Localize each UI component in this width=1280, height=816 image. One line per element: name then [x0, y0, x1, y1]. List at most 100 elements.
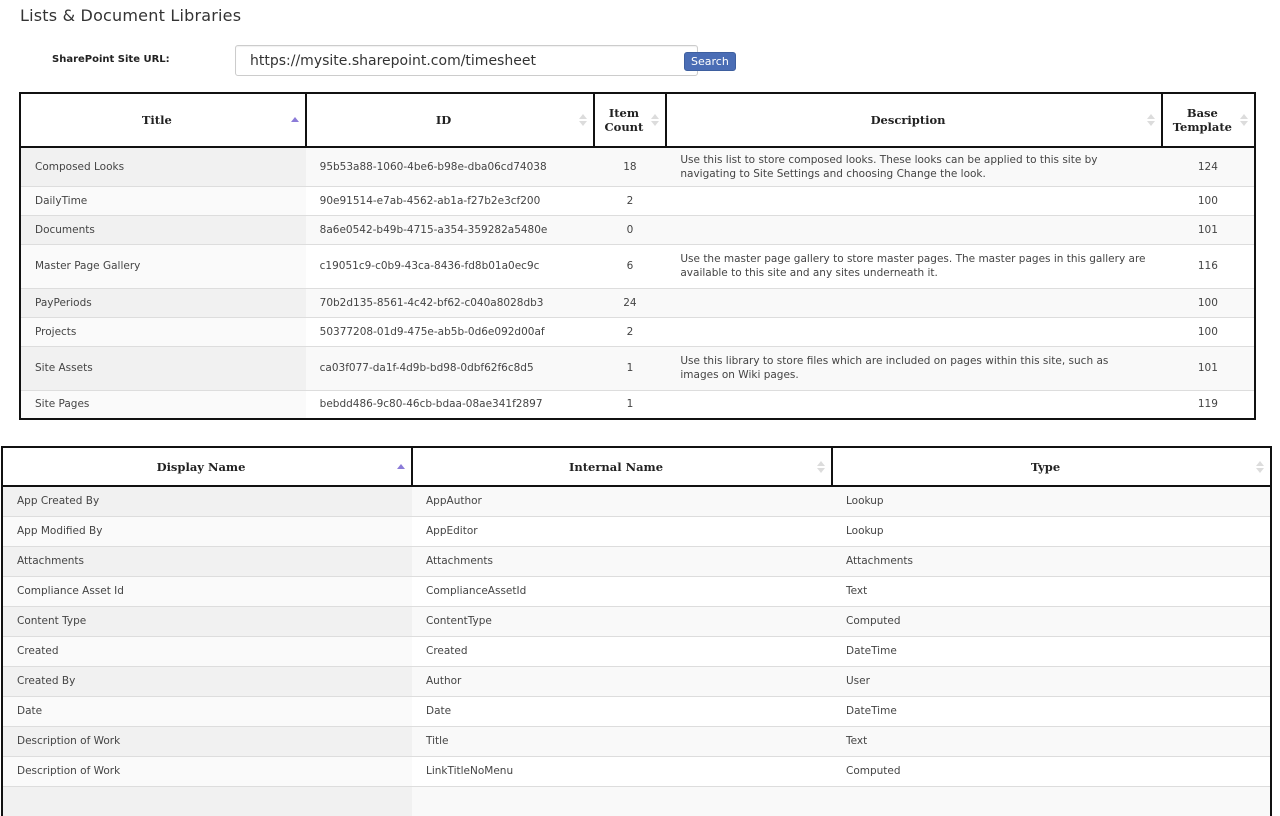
list-description: Use this library to store files which ar… — [666, 345, 1162, 390]
field-row[interactable]: Created By Author User — [2, 665, 1271, 696]
list-title: Site Pages — [20, 389, 306, 419]
column-header-id[interactable]: ID — [304, 92, 595, 148]
search-button[interactable]: Search — [684, 52, 736, 71]
field-row[interactable]: Created Created DateTime — [2, 635, 1271, 666]
fields-header-row: Display Name Internal Name Type — [1, 446, 1272, 487]
field-display-name: Attachments — [2, 545, 412, 576]
field-internal-name: ContentType — [412, 605, 832, 636]
field-row[interactable]: Date Date DateTime — [2, 695, 1271, 726]
field-row[interactable]: Compliance Asset Id ComplianceAssetId Text — [2, 575, 1271, 606]
field-type: DateTime — [832, 635, 1271, 666]
field-row[interactable]: Content Type ContentType Computed — [2, 605, 1271, 636]
sort-both-icon — [578, 113, 587, 127]
lists-table-body: Composed Looks 95b53a88-1060-4be6-b98e-db… — [20, 146, 1255, 419]
list-title: DailyTime — [20, 185, 306, 215]
field-internal-name: Author — [412, 665, 832, 696]
list-row[interactable]: Documents 8a6e0542-b49b-4715-a354-359282a… — [20, 214, 1255, 244]
lists-header-row: Title ID Item Count Description Base Tem… — [19, 92, 1257, 148]
list-base-template: 124 — [1161, 146, 1255, 186]
list-row[interactable]: Master Page Gallery c19051c9-c0b9-43ca-84… — [20, 243, 1255, 288]
list-row[interactable]: Site Pages bebdd486-9c80-46cb-bdaa-08ae34… — [20, 389, 1255, 419]
list-description — [666, 185, 1162, 215]
lists-table: Title ID Item Count Description Base Tem… — [19, 92, 1257, 420]
field-display-name: Created — [2, 635, 412, 666]
column-header-type[interactable]: Type — [831, 446, 1272, 487]
sort-asc-icon — [397, 460, 405, 474]
list-title: PayPeriods — [20, 287, 306, 317]
column-header-description[interactable]: Description — [665, 92, 1163, 148]
list-base-template: 100 — [1161, 316, 1255, 346]
column-label: Item Count — [604, 106, 644, 134]
list-id: c19051c9-c0b9-43ca-8436-fd8b01a0ec9c — [305, 243, 594, 288]
field-row[interactable]: App Created By AppAuthor Lookup — [2, 485, 1271, 516]
column-header-internal-name[interactable]: Internal Name — [411, 446, 833, 487]
column-label: Base Template — [1172, 106, 1232, 134]
sort-both-icon — [651, 113, 660, 127]
list-description — [666, 287, 1162, 317]
list-base-template: 116 — [1161, 243, 1255, 288]
list-id: 50377208-01d9-475e-ab5b-0d6e092d00af — [305, 316, 594, 346]
field-row[interactable]: Attachments Attachments Attachments — [2, 545, 1271, 576]
sort-both-icon — [1256, 460, 1264, 474]
field-type: Text — [832, 575, 1271, 606]
column-label: Type — [1030, 459, 1061, 474]
list-description — [666, 316, 1162, 346]
field-type: Computed — [832, 755, 1271, 786]
column-label: ID — [435, 113, 452, 127]
list-description: Use the master page gallery to store mas… — [666, 243, 1162, 288]
page-title: Lists & Document Libraries — [20, 6, 242, 25]
list-id: 90e91514-e7ab-4562-ab1a-f27b2e3cf200 — [305, 185, 594, 215]
field-internal-name: AppEditor — [412, 515, 832, 546]
list-row[interactable]: Site Assets ca03f077-da1f-4d9b-bd98-0dbf6… — [20, 345, 1255, 390]
list-title: Master Page Gallery — [20, 243, 306, 288]
column-header-item-count[interactable]: Item Count — [592, 92, 668, 148]
column-header-display-name[interactable]: Display Name — [1, 446, 413, 487]
list-item-count: 2 — [593, 316, 667, 346]
list-row[interactable]: DailyTime 90e91514-e7ab-4562-ab1a-f27b2e3… — [20, 185, 1255, 215]
list-row[interactable]: Composed Looks 95b53a88-1060-4be6-b98e-db… — [20, 146, 1255, 186]
list-description — [666, 389, 1162, 419]
field-type: Attachments — [832, 545, 1271, 576]
field-internal-name: LinkTitleNoMenu — [412, 755, 832, 786]
field-row[interactable]: Description of Work Title Text — [2, 725, 1271, 756]
list-item-count: 18 — [593, 146, 667, 186]
list-base-template: 100 — [1161, 287, 1255, 317]
field-display-name: App Modified By — [2, 515, 412, 546]
list-item-count: 6 — [593, 243, 667, 288]
column-header-title[interactable]: Title — [19, 92, 307, 148]
list-id: ca03f077-da1f-4d9b-bd98-0dbf62f6c8d5 — [305, 345, 594, 390]
field-type: User — [832, 665, 1271, 696]
list-item-count: 24 — [593, 287, 667, 317]
list-base-template: 119 — [1161, 389, 1255, 419]
list-id: 8a6e0542-b49b-4715-a354-359282a5480e — [305, 214, 594, 244]
field-type: Computed — [832, 605, 1271, 636]
list-title: Projects — [20, 316, 306, 346]
field-row[interactable] — [2, 785, 1271, 816]
column-label: Title — [141, 113, 172, 127]
list-item-count: 1 — [593, 389, 667, 419]
list-title: Site Assets — [20, 345, 306, 390]
list-description — [666, 214, 1162, 244]
sort-both-icon — [1146, 113, 1155, 127]
fields-table: Display Name Internal Name Type App Crea… — [1, 446, 1272, 816]
sort-asc-icon — [290, 113, 299, 127]
field-type: Text — [832, 725, 1271, 756]
column-label: Internal Name — [568, 459, 664, 474]
list-row[interactable]: PayPeriods 70b2d135-8561-4c42-bf62-c040a8… — [20, 287, 1255, 317]
field-row[interactable]: App Modified By AppEditor Lookup — [2, 515, 1271, 546]
list-base-template: 100 — [1161, 185, 1255, 215]
column-header-base-template[interactable]: Base Template — [1160, 92, 1257, 148]
list-id: 95b53a88-1060-4be6-b98e-dba06cd74038 — [305, 146, 594, 186]
list-item-count: 2 — [593, 185, 667, 215]
site-url-input[interactable] — [235, 45, 698, 76]
field-display-name — [2, 785, 412, 816]
field-internal-name: Attachments — [412, 545, 832, 576]
list-id: 70b2d135-8561-4c42-bf62-c040a8028db3 — [305, 287, 594, 317]
field-type — [832, 785, 1271, 816]
field-display-name: App Created By — [2, 485, 412, 516]
field-row[interactable]: Description of Work LinkTitleNoMenu Comput… — [2, 755, 1271, 786]
field-internal-name: Date — [412, 695, 832, 726]
field-internal-name: AppAuthor — [412, 485, 832, 516]
field-type: Lookup — [832, 515, 1271, 546]
list-row[interactable]: Projects 50377208-01d9-475e-ab5b-0d6e092d… — [20, 316, 1255, 346]
